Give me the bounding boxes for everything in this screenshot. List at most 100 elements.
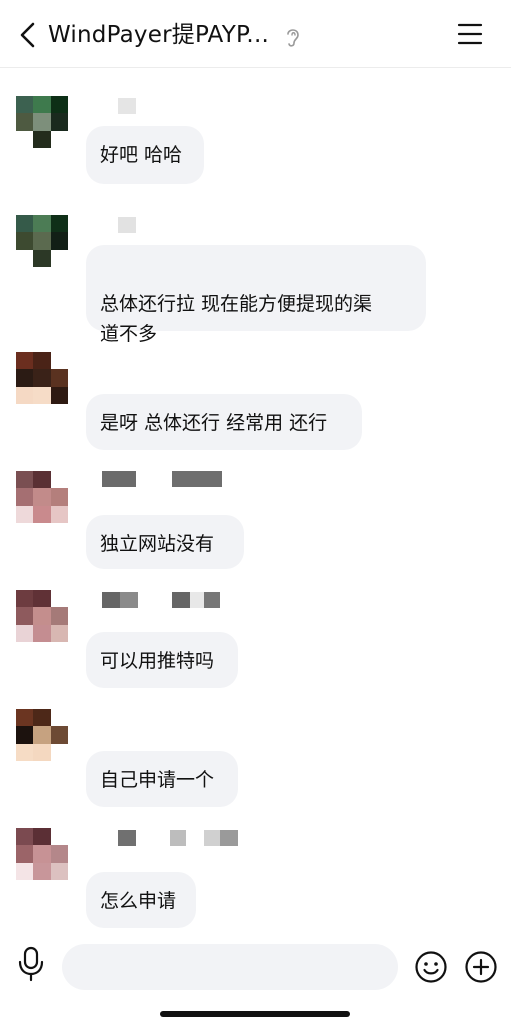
- avatar[interactable]: [16, 96, 68, 148]
- avatar[interactable]: [16, 471, 68, 523]
- avatar-pixel: [50, 709, 68, 727]
- home-indicator: [160, 1011, 350, 1017]
- avatar-pixel: [50, 845, 68, 863]
- avatar-pixel: [33, 862, 51, 880]
- avatar-pixel: [50, 828, 68, 846]
- sender-name-blurred: [86, 592, 220, 610]
- avatar-pixel: [16, 743, 34, 761]
- avatar-pixel: [33, 845, 51, 863]
- avatar-pixel: [16, 96, 34, 114]
- avatar-pixel: [33, 726, 51, 744]
- avatar-pixel: [16, 709, 34, 727]
- avatar[interactable]: [16, 709, 68, 761]
- avatar-pixel: [16, 352, 34, 370]
- avatar-pixel: [16, 113, 34, 131]
- avatar-pixel: [33, 471, 51, 489]
- avatar-pixel: [50, 352, 68, 370]
- message-bubble[interactable]: 独立网站没有: [86, 515, 244, 569]
- hamburger-menu-icon[interactable]: [457, 22, 483, 46]
- avatar-pixel: [50, 215, 68, 233]
- avatar-pixel: [50, 232, 68, 250]
- avatar[interactable]: [16, 352, 68, 404]
- message-bubble[interactable]: 总体还行拉 现在能方便提现的渠 道不多: [86, 245, 426, 345]
- avatar-pixel: [33, 624, 51, 642]
- smile-icon[interactable]: [414, 950, 448, 984]
- avatar-pixel: [16, 828, 34, 846]
- input-bar: [0, 932, 511, 1024]
- message-bubble[interactable]: 好吧 哈哈: [86, 126, 204, 184]
- avatar-pixel: [50, 624, 68, 642]
- sender-name-blurred: [86, 98, 136, 116]
- avatar-pixel: [33, 369, 51, 387]
- avatar-pixel: [33, 590, 51, 608]
- avatar-pixel: [50, 726, 68, 744]
- avatar-pixel: [16, 590, 34, 608]
- avatar-pixel: [33, 607, 51, 625]
- avatar-pixel: [16, 845, 34, 863]
- plus-icon[interactable]: [464, 950, 498, 984]
- avatar-pixel: [33, 215, 51, 233]
- avatar-pixel: [33, 505, 51, 523]
- message-text: 好吧 哈哈: [100, 144, 183, 166]
- avatar[interactable]: [16, 215, 68, 267]
- chevron-left-icon[interactable]: [16, 20, 42, 50]
- avatar-pixel: [16, 130, 34, 148]
- avatar-pixel: [33, 743, 51, 761]
- avatar-pixel: [50, 607, 68, 625]
- avatar-pixel: [16, 862, 34, 880]
- avatar-pixel: [33, 130, 51, 148]
- sender-name-blurred: [86, 830, 238, 848]
- avatar-pixel: [50, 590, 68, 608]
- avatar-pixel: [33, 113, 51, 131]
- avatar-pixel: [16, 369, 34, 387]
- avatar-pixel: [33, 249, 51, 267]
- message-bubble[interactable]: 自己申请一个: [86, 751, 238, 807]
- avatar-pixel: [16, 232, 34, 250]
- avatar-pixel: [50, 471, 68, 489]
- message-text: 是呀 总体还行 经常用 还行: [100, 412, 328, 434]
- avatar-pixel: [16, 624, 34, 642]
- message-text: 总体还行拉 现在能方便提现的渠 道不多: [100, 293, 373, 345]
- sender-name-blurred: [86, 471, 222, 489]
- message-bubble[interactable]: 怎么申请: [86, 872, 196, 928]
- avatar-pixel: [33, 352, 51, 370]
- avatar[interactable]: [16, 590, 68, 642]
- message-text: 自己申请一个: [100, 769, 215, 791]
- avatar-pixel: [50, 505, 68, 523]
- avatar-pixel: [50, 386, 68, 404]
- chat-title: WindPayer提PAYP...: [48, 22, 269, 48]
- avatar-pixel: [16, 471, 34, 489]
- avatar-pixel: [33, 232, 51, 250]
- avatar-pixel: [33, 709, 51, 727]
- avatar-pixel: [16, 488, 34, 506]
- avatar-pixel: [50, 862, 68, 880]
- avatar-pixel: [50, 743, 68, 761]
- avatar-pixel: [16, 607, 34, 625]
- avatar-pixel: [50, 369, 68, 387]
- message-input[interactable]: [62, 944, 398, 990]
- avatar-pixel: [50, 96, 68, 114]
- avatar[interactable]: [16, 828, 68, 880]
- message-text: 可以用推特吗: [100, 650, 215, 672]
- avatar-pixel: [16, 386, 34, 404]
- avatar-pixel: [16, 249, 34, 267]
- avatar-pixel: [16, 215, 34, 233]
- microphone-icon[interactable]: [16, 946, 46, 982]
- avatar-pixel: [33, 96, 51, 114]
- message-bubble[interactable]: 是呀 总体还行 经常用 还行: [86, 394, 362, 450]
- sender-name-blurred: [86, 217, 136, 235]
- ear-icon: [287, 29, 299, 47]
- avatar-pixel: [33, 828, 51, 846]
- message-text: 怎么申请: [100, 890, 177, 912]
- avatar-pixel: [50, 130, 68, 148]
- avatar-pixel: [50, 113, 68, 131]
- avatar-pixel: [16, 726, 34, 744]
- avatar-pixel: [33, 386, 51, 404]
- avatar-pixel: [50, 488, 68, 506]
- avatar-pixel: [16, 505, 34, 523]
- message-text: 独立网站没有: [100, 533, 215, 555]
- avatar-pixel: [50, 249, 68, 267]
- avatar-pixel: [33, 488, 51, 506]
- message-bubble[interactable]: 可以用推特吗: [86, 632, 238, 688]
- chat-header: WindPayer提PAYP...: [0, 0, 511, 68]
